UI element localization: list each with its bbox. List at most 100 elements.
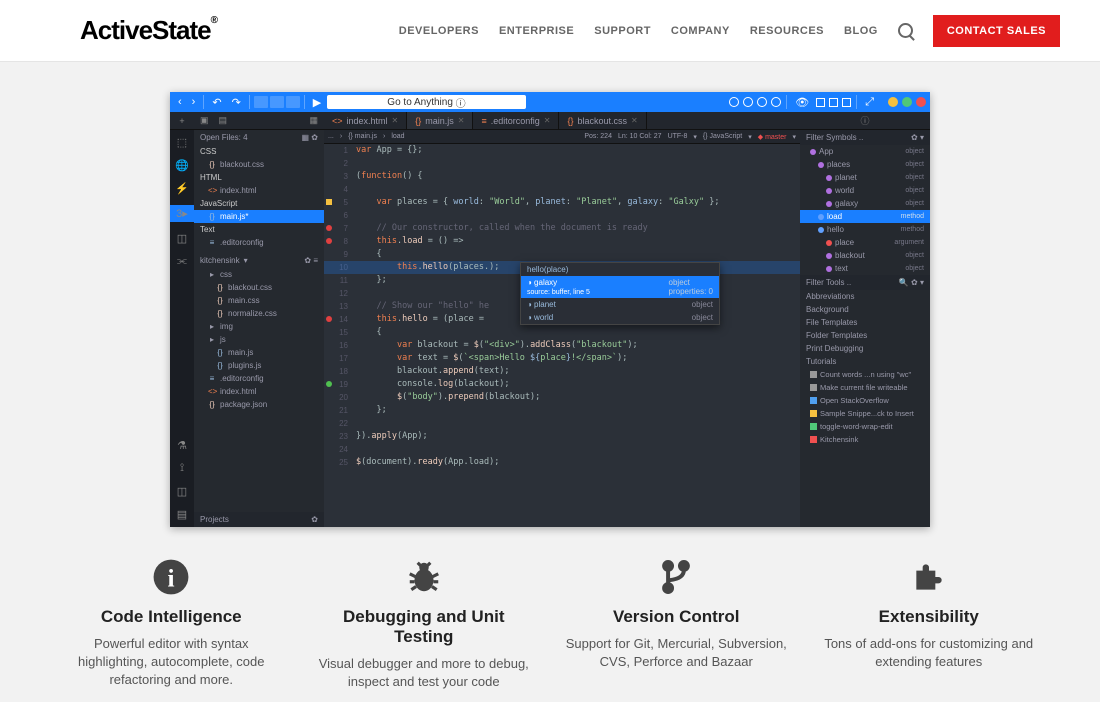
layout-icon[interactable] [842,98,851,107]
macro-item[interactable]: toggle-word-wrap-edit [800,420,930,433]
symbol-item[interactable]: hellomethod [800,223,930,236]
contact-sales-button[interactable]: CONTACT SALES [933,15,1060,47]
explorer-icon[interactable]: ⬚ [177,136,187,149]
goto-anything-input[interactable]: Go to Anything ⓘ [327,95,525,109]
branch-indicator[interactable]: ◆ master [758,133,787,141]
minimize-icon[interactable] [888,97,898,107]
symbol-item[interactable]: worldobject [800,184,930,197]
back-icon[interactable]: ‹ [174,96,186,108]
gutter[interactable]: 1234567891011121314151617181920212223242… [324,144,352,469]
file-item[interactable]: {}main.css [194,294,324,307]
folder-item[interactable]: ▸js [194,333,324,346]
undo-icon[interactable]: ↶ [208,96,225,109]
file-item[interactable]: <>index.html [194,385,324,398]
editor-tab[interactable]: {} blackout.css ✕ [559,112,646,129]
folder-item[interactable]: ▸img [194,320,324,333]
symbol-item[interactable]: textobject [800,262,930,275]
folder-item[interactable]: ▸css [194,268,324,281]
symbols-filter[interactable]: Filter Symbols ..✿ ▾ [800,130,930,145]
autocomplete-item[interactable]: ◑ galaxysource: buffer, line 5objectprop… [521,276,719,298]
symbol-item[interactable]: placesobject [800,158,930,171]
crumb[interactable]: {} main.js [348,133,377,140]
nav-link[interactable]: COMPANY [671,25,730,37]
nav-link[interactable]: BLOG [844,25,878,37]
file-item[interactable]: {}blackout.css [194,281,324,294]
nav-link[interactable]: DEVELOPERS [399,25,479,37]
expand-icon[interactable]: ⤢ [861,96,878,109]
encoding-indicator[interactable]: UTF-8 [668,133,688,141]
close-icon[interactable] [916,97,926,107]
symbol-item[interactable]: Appobject [800,145,930,158]
symbol-item[interactable]: galaxyobject [800,197,930,210]
forward-icon[interactable]: › [188,96,200,108]
macro-item[interactable]: Make current file writeable [800,381,930,394]
autocomplete-item[interactable]: ◑ worldobject [521,311,719,324]
box-icon[interactable]: ◫ [177,232,187,245]
record-icon[interactable] [729,97,739,107]
play-icon[interactable]: ▶ [309,96,325,109]
code-editor[interactable]: ...› {} main.js› load Pos: 224 Ln: 10 Co… [324,130,800,527]
record-icon[interactable] [757,97,767,107]
eye-icon[interactable]: 👁 [791,96,813,109]
file-item[interactable]: ≡.editorconfig [194,372,324,385]
projects-footer[interactable]: Projects✿ [194,512,324,527]
record-icon[interactable] [771,97,781,107]
tool-item[interactable]: Background [800,303,930,316]
add-tab-icon[interactable]: + [170,116,194,126]
symbol-item[interactable]: blackoutobject [800,249,930,262]
nav-link[interactable]: RESOURCES [750,25,824,37]
tool-item[interactable]: Abbreviations [800,290,930,303]
save-icon[interactable] [286,96,300,108]
tool-item[interactable]: Folder Templates [800,329,930,342]
new-file-icon[interactable] [254,96,268,108]
file-item[interactable]: {}plugins.js [194,359,324,372]
tools-filter[interactable]: Filter Tools ..🔍 ✿ ▾ [800,275,930,290]
macro-item[interactable]: Sample Snippe...ck to Insert [800,407,930,420]
record-icon[interactable] [743,97,753,107]
search-icon[interactable]: 🌐 [175,159,189,172]
file-icon[interactable]: ▤ [219,115,228,126]
files-icon[interactable]: 3▸ [170,205,194,222]
project-header[interactable]: kitchensink ▾✿ ≡ [194,253,324,268]
tool-item[interactable]: File Templates [800,316,930,329]
file-item[interactable]: {}normalize.css [194,307,324,320]
file-item[interactable]: ≡.editorconfig [194,236,324,249]
file-item[interactable]: <>index.html [194,184,324,197]
folder-icon[interactable]: ▣ [200,115,209,126]
share-icon[interactable]: ⫘ [177,255,187,268]
tool-item[interactable]: Print Debugging [800,342,930,355]
info-icon[interactable]: ⓘ [800,114,930,127]
symbol-item[interactable]: loadmethod [800,210,930,223]
autocomplete-popup[interactable]: hello(place) ◑ galaxysource: buffer, lin… [520,262,720,325]
file-item[interactable]: {}package.json [194,398,324,411]
symbol-item[interactable]: planetobject [800,171,930,184]
symbol-item[interactable]: placeargument [800,236,930,249]
open-icon[interactable] [270,96,284,108]
logo[interactable]: ActiveState® [80,15,217,46]
nav-link[interactable]: ENTERPRISE [499,25,574,37]
editor-tab[interactable]: ≡ .editorconfig ✕ [473,112,559,129]
db-icon[interactable]: ◫ [177,485,187,498]
layout-icon[interactable] [829,98,838,107]
macro-item[interactable]: Count words ...n using "wc" [800,368,930,381]
redo-icon[interactable]: ↷ [228,96,245,109]
disk-icon[interactable]: ▤ [177,508,187,521]
macro-item[interactable]: Kitchensink [800,433,930,446]
search-icon[interactable] [898,23,913,38]
settings-icon[interactable]: ▦ [309,115,318,126]
language-indicator[interactable]: {} JavaScript [703,133,742,141]
tool-item[interactable]: Tutorials [800,355,930,368]
chart-icon[interactable]: ⟟ [180,462,184,475]
autocomplete-item[interactable]: ◑ planetobject [521,298,719,311]
macro-item[interactable]: Open StackOverflow [800,394,930,407]
beaker-icon[interactable]: ⚗ [177,439,187,452]
file-item[interactable]: {}main.js [194,346,324,359]
file-item[interactable]: {}blackout.css [194,158,324,171]
crumb[interactable]: ... [328,133,334,140]
crumb[interactable]: load [391,133,404,140]
maximize-icon[interactable] [902,97,912,107]
file-item[interactable]: {}main.js* [194,210,324,223]
open-files-header[interactable]: Open Files: 4▦ ✿ [194,130,324,145]
editor-tab[interactable]: {} main.js ✕ [407,112,473,129]
layout-icon[interactable] [816,98,825,107]
